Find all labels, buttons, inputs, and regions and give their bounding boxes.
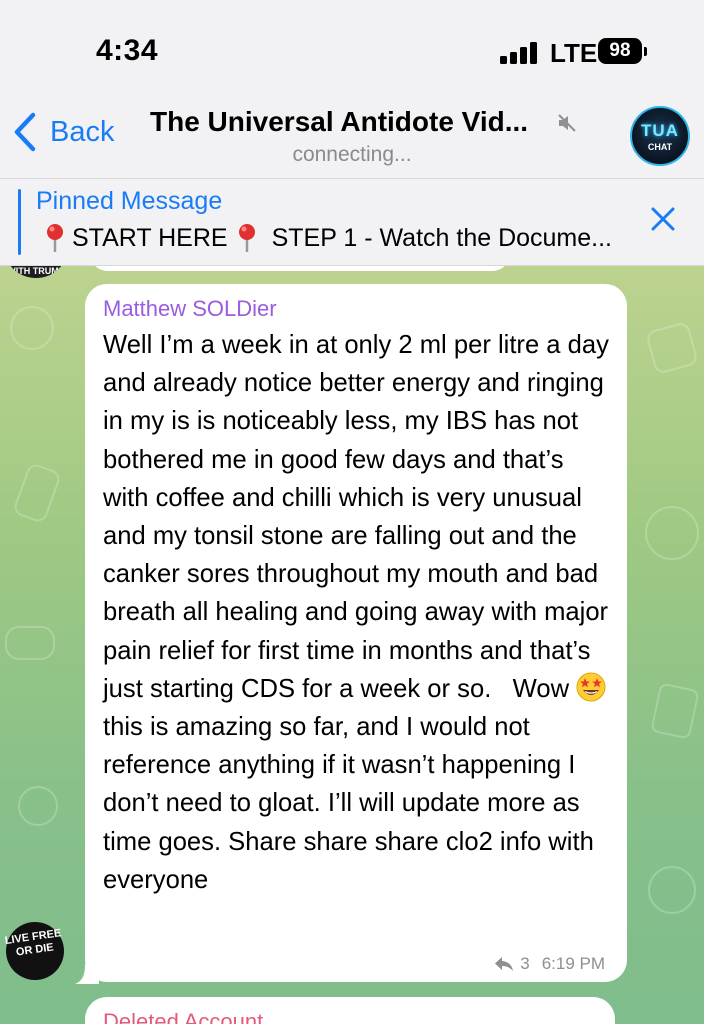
message-meta: 3 6:19 PM [494,954,605,974]
pinned-indicator [18,189,21,255]
connection-status: connecting... [292,143,412,166]
muted-speaker-icon [558,114,576,132]
wallpaper-doodle [648,866,696,914]
pinned-message-bar[interactable]: Pinned Message START HERE STEP 1 - Watch… [0,178,704,266]
previous-message-bubble[interactable] [90,266,510,271]
pinned-rest-text: STEP 1 - Watch the Docume... [271,223,612,252]
message-text: Well I’m a week in at only 2 ml per litr… [103,331,617,894]
wallpaper-doodle [11,461,63,525]
status-time: 4:34 [96,34,159,67]
message-sender[interactable]: Matthew SOLDier [103,294,609,324]
chat-avatar[interactable]: TUA CHAT [630,106,690,166]
round-pushpin-icon [47,224,63,252]
status-bar: 4:34 LTE 98 [0,0,704,96]
round-pushpin-icon [238,224,255,252]
reply-count[interactable]: 3 [520,954,529,974]
star-struck-emoji-icon [576,672,606,702]
wallpaper-doodle [645,506,699,560]
chat-area[interactable]: WITH TRUMP Matthew SOLDier Well I’m a we… [0,266,704,1024]
bubble-tail [75,964,99,984]
network-type: LTE [550,38,598,68]
wallpaper-doodle [650,682,700,740]
wallpaper-doodle [645,321,699,375]
reply-arrow-icon[interactable] [494,956,514,972]
pinned-label: Pinned Message [36,187,223,215]
chat-header: Back The Universal Antidote Vid... conne… [0,96,704,178]
battery-icon: 98 [598,38,642,64]
battery-tip [644,47,647,56]
previous-sender-avatar[interactable]: WITH TRUMP [6,266,66,278]
sender-avatar[interactable]: LIVE FREE OR DIE [2,918,68,984]
wallpaper-doodle [10,306,54,350]
wallpaper-doodle [18,786,58,826]
close-icon[interactable] [650,206,676,232]
wallpaper-doodle [5,626,55,660]
pinned-start-text: START HERE [72,223,228,252]
message-time: 6:19 PM [541,954,605,973]
pinned-text: START HERE STEP 1 - Watch the Docume... [44,223,612,253]
next-message-bubble[interactable]: Deleted Account [85,997,615,1024]
message-bubble[interactable]: Matthew SOLDier Well I’m a week in at on… [85,284,627,982]
cellular-signal-icon [500,42,540,64]
chat-title[interactable]: The Universal Antidote Vid... [150,106,528,138]
next-message-sender[interactable]: Deleted Account [103,1009,597,1024]
